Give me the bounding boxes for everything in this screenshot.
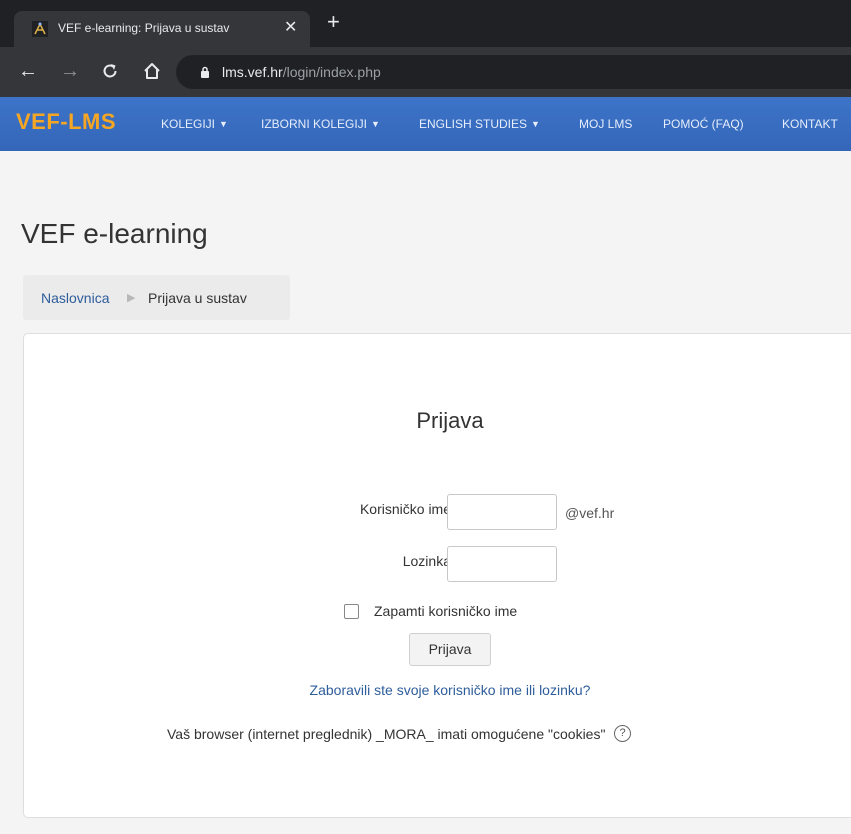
nav-item-label: IZBORNI KOLEGIJI bbox=[261, 117, 368, 131]
nav-item-label: ENGLISH STUDIES bbox=[419, 117, 528, 131]
forgot-credentials-link[interactable]: Zaboravili ste svoje korisničko ime ili … bbox=[24, 682, 851, 698]
remember-username-checkbox[interactable] bbox=[344, 604, 359, 619]
password-input[interactable] bbox=[447, 546, 557, 582]
nav-item-label: MOJ LMS bbox=[579, 117, 633, 131]
site-navbar: VEF-LMS KOLEGIJI ▼ IZBORNI KOLEGIJI ▼ ENGL… bbox=[0, 97, 851, 151]
username-label: Korisničko ime bbox=[359, 501, 451, 517]
login-card: Prijava Korisničko ime @vef.hr Lozinka Z… bbox=[23, 333, 851, 818]
breadcrumb-home-link[interactable]: Naslovnica bbox=[41, 290, 109, 306]
url-text: lms.vef.hr/login/index.php bbox=[222, 64, 381, 80]
tab-close-icon[interactable]: ✕ bbox=[284, 17, 297, 37]
cookies-notice: Vaš browser (internet preglednik) _MORA_… bbox=[167, 726, 606, 742]
reload-icon[interactable] bbox=[101, 62, 119, 80]
url-path: /login/index.php bbox=[282, 64, 381, 80]
username-domain-suffix: @vef.hr bbox=[565, 505, 615, 521]
site-brand-logo[interactable]: VEF-LMS bbox=[16, 109, 116, 135]
nav-item-kontakt[interactable]: KONTAKT bbox=[782, 117, 838, 131]
breadcrumb-current: Prijava u sustav bbox=[148, 290, 247, 306]
new-tab-button[interactable]: + bbox=[327, 11, 340, 33]
site-favicon-icon bbox=[32, 21, 48, 37]
login-submit-button[interactable]: Prijava bbox=[409, 633, 491, 666]
back-arrow-icon[interactable]: ← bbox=[18, 61, 38, 81]
lock-icon bbox=[201, 66, 209, 78]
browser-tab[interactable]: VEF e-learning: Prijava u sustav ✕ bbox=[14, 11, 310, 47]
address-bar[interactable]: lms.vef.hr/login/index.php bbox=[176, 55, 851, 89]
nav-item-english-studies[interactable]: ENGLISH STUDIES ▼ bbox=[419, 117, 540, 131]
caret-down-icon: ▼ bbox=[371, 119, 380, 129]
nav-item-label: KONTAKT bbox=[782, 117, 838, 131]
remember-username-label[interactable]: Zapamti korisničko ime bbox=[374, 603, 517, 619]
forward-arrow-icon[interactable]: → bbox=[60, 61, 80, 81]
page-title: VEF e-learning bbox=[21, 218, 208, 249]
browser-tab-strip: VEF e-learning: Prijava u sustav ✕ + bbox=[0, 0, 851, 47]
tab-title: VEF e-learning: Prijava u sustav bbox=[58, 21, 230, 35]
caret-down-icon: ▼ bbox=[219, 119, 228, 129]
breadcrumb: Naslovnica ▶ Prijava u sustav bbox=[23, 275, 290, 320]
nav-item-label: KOLEGIJI bbox=[161, 117, 216, 131]
nav-item-moj-lms[interactable]: MOJ LMS bbox=[579, 117, 632, 131]
nav-item-kolegiji[interactable]: KOLEGIJI ▼ bbox=[161, 117, 228, 131]
login-heading: Prijava bbox=[416, 408, 484, 433]
nav-item-pomoc-faq[interactable]: POMOĆ (FAQ) bbox=[663, 117, 744, 131]
caret-down-icon: ▼ bbox=[531, 119, 540, 129]
nav-item-label: POMOĆ (FAQ) bbox=[663, 117, 744, 131]
breadcrumb-separator-icon: ▶ bbox=[127, 292, 136, 304]
url-host: lms.vef.hr bbox=[222, 64, 283, 80]
help-icon[interactable]: ? bbox=[614, 725, 631, 742]
nav-item-izborni-kolegiji[interactable]: IZBORNI KOLEGIJI ▼ bbox=[261, 117, 380, 131]
home-icon[interactable] bbox=[142, 61, 162, 81]
username-input[interactable] bbox=[447, 494, 557, 530]
password-label: Lozinka bbox=[402, 553, 451, 569]
browser-toolbar: ← → lms.vef.hr/login/index.php bbox=[0, 47, 851, 97]
